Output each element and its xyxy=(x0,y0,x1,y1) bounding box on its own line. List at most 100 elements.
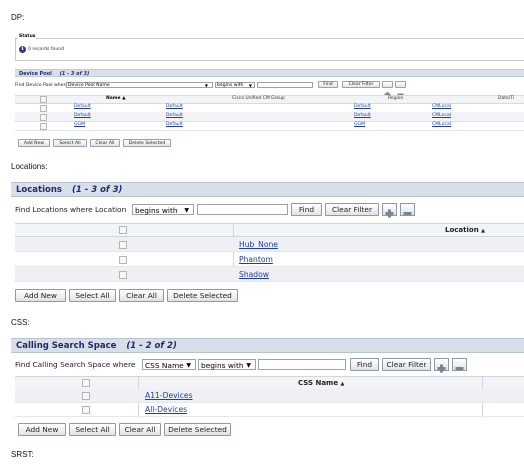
device-pool-count: (1 - 3 of 3) xyxy=(59,71,90,77)
table-row xyxy=(15,267,524,282)
row-checkbox[interactable] xyxy=(40,123,47,130)
css-label: CSS: xyxy=(11,318,30,327)
locations-operator-select[interactable]: begins with ▼ xyxy=(132,204,194,215)
dp-col-name[interactable]: Name ▲ xyxy=(106,96,126,101)
dp-col-cucm-group[interactable]: Cisco Unified CM Group xyxy=(232,96,285,101)
css-select-all-checkbox[interactable] xyxy=(82,379,90,387)
chevron-down-icon: ▼ xyxy=(186,362,191,369)
css-clear-all-button[interactable]: Clear All xyxy=(119,423,161,436)
device-pool-header: Device Pool (1 - 3 of 3) xyxy=(15,69,524,77)
css-add-criteria-button[interactable] xyxy=(434,358,449,373)
sort-ascending-icon: ▲ xyxy=(122,96,126,101)
location-link[interactable]: Hub_None xyxy=(239,240,278,249)
row-checkbox[interactable] xyxy=(82,406,90,414)
dp-clear-all-button[interactable]: Clear All xyxy=(90,139,120,147)
dp-search-input[interactable] xyxy=(257,82,313,88)
css-find-button[interactable]: Find xyxy=(350,358,379,371)
locations-add-new-button[interactable]: Add New xyxy=(15,289,66,302)
css-delete-selected-button[interactable]: Delete Selected xyxy=(164,423,231,436)
plus-icon xyxy=(385,209,394,218)
locations-search-input[interactable] xyxy=(197,204,288,215)
info-icon: i xyxy=(19,46,26,53)
dp-row-group-link[interactable]: Default xyxy=(166,113,183,118)
table-row xyxy=(15,389,524,403)
css-operator-select[interactable]: begins with ▼ xyxy=(198,359,256,370)
dp-operator-select[interactable]: begins with ▼ xyxy=(215,82,255,88)
css-field-select[interactable]: CSS Name ▼ xyxy=(142,359,196,370)
dp-add-criteria-button[interactable] xyxy=(382,81,393,97)
css-col-name[interactable]: CSS Name ▲ xyxy=(298,379,344,387)
css-link[interactable]: A11-Devices xyxy=(145,391,193,400)
chevron-down-icon: ▼ xyxy=(184,207,189,214)
status-legend: Status xyxy=(18,34,37,39)
locations-col-location[interactable]: Location ▲ xyxy=(445,226,485,234)
dp-find-prefix: Find Device Pool where xyxy=(15,83,69,88)
dp-remove-criteria-button[interactable] xyxy=(395,81,406,96)
locations-count: (1 - 3 of 3) xyxy=(71,185,123,195)
locations-header: Locations (1 - 3 of 3) xyxy=(11,182,524,197)
locations-label: Locations: xyxy=(11,162,48,171)
css-add-new-button[interactable]: Add New xyxy=(18,423,66,436)
css-title: Calling Search Space xyxy=(16,341,117,351)
css-table-header xyxy=(15,376,524,390)
dp-label: DP: xyxy=(11,13,25,22)
location-link[interactable]: Shadow xyxy=(239,270,269,279)
row-checkbox[interactable] xyxy=(119,271,127,279)
row-checkbox[interactable] xyxy=(40,105,47,112)
dp-row-group-link[interactable]: Default xyxy=(166,122,183,127)
srst-label: SRST: xyxy=(11,450,34,459)
chevron-down-icon: ▼ xyxy=(204,83,208,88)
locations-find-prefix: Find Locations where Location xyxy=(15,205,127,214)
row-checkbox[interactable] xyxy=(40,114,47,121)
dp-row-dt-link[interactable]: CMLocal xyxy=(432,122,451,127)
dp-row-region-link[interactable]: Default xyxy=(354,113,371,118)
css-header: Calling Search Space (1 - 2 of 2) xyxy=(11,338,524,353)
dp-select-all-checkbox[interactable] xyxy=(40,96,47,103)
dp-row-dt-link[interactable]: CMLocal xyxy=(432,104,451,109)
status-box xyxy=(15,38,524,61)
dp-delete-selected-button[interactable]: Delete Selected xyxy=(123,139,171,147)
dp-col-datetime[interactable]: Date/Ti xyxy=(498,96,514,101)
locations-delete-selected-button[interactable]: Delete Selected xyxy=(167,289,238,302)
minus-icon xyxy=(455,367,464,370)
locations-select-all-button[interactable]: Select All xyxy=(69,289,116,302)
row-checkbox[interactable] xyxy=(119,241,127,249)
dp-col-region[interactable]: Region xyxy=(388,96,403,101)
dp-row-group-link[interactable]: Default xyxy=(166,104,183,109)
locations-find-button[interactable]: Find xyxy=(291,203,322,216)
dp-select-all-button[interactable]: Select All xyxy=(53,139,87,147)
locations-remove-criteria-button[interactable] xyxy=(400,203,415,216)
locations-clear-all-button[interactable]: Clear All xyxy=(119,289,164,302)
css-search-input[interactable] xyxy=(258,359,346,370)
dp-row-name-link[interactable]: Default xyxy=(74,104,91,109)
css-clear-filter-button[interactable]: Clear Filter xyxy=(382,358,431,371)
dp-row-name-link[interactable]: Default xyxy=(74,113,91,118)
location-link[interactable]: Phantom xyxy=(239,255,273,264)
row-checkbox[interactable] xyxy=(82,392,90,400)
dp-add-new-button[interactable]: Add New xyxy=(18,139,50,147)
locations-add-criteria-button[interactable] xyxy=(382,203,397,218)
device-pool-title: Device Pool xyxy=(19,71,52,77)
locations-title: Locations xyxy=(16,185,62,195)
css-remove-criteria-button[interactable] xyxy=(452,358,467,371)
dp-row-dt-link[interactable]: CMLocal xyxy=(432,113,451,118)
css-select-all-button[interactable]: Select All xyxy=(69,423,116,436)
table-row xyxy=(15,403,524,417)
dp-row-region-link[interactable]: Default xyxy=(354,104,371,109)
locations-clear-filter-button[interactable]: Clear Filter xyxy=(325,203,379,216)
dp-clear-filter-button[interactable]: Clear Filter xyxy=(342,81,380,88)
locations-select-all-checkbox[interactable] xyxy=(119,226,127,234)
minus-icon xyxy=(403,212,412,215)
chevron-down-icon: ▼ xyxy=(248,83,252,88)
plus-icon xyxy=(437,364,446,373)
sort-ascending-icon: ▲ xyxy=(340,381,345,387)
row-checkbox[interactable] xyxy=(119,256,127,264)
css-link[interactable]: All-Devices xyxy=(145,405,187,414)
sort-ascending-icon: ▲ xyxy=(481,228,485,234)
dp-field-select[interactable]: Device Pool Name ▼ xyxy=(66,82,213,88)
dp-row-region-link[interactable]: GGM xyxy=(354,122,365,127)
dp-find-button[interactable]: Find xyxy=(318,81,338,88)
dp-row-name-link[interactable]: GGM xyxy=(74,122,85,127)
css-count: (1 - 2 of 2) xyxy=(126,341,177,351)
chevron-down-icon: ▼ xyxy=(246,362,251,369)
